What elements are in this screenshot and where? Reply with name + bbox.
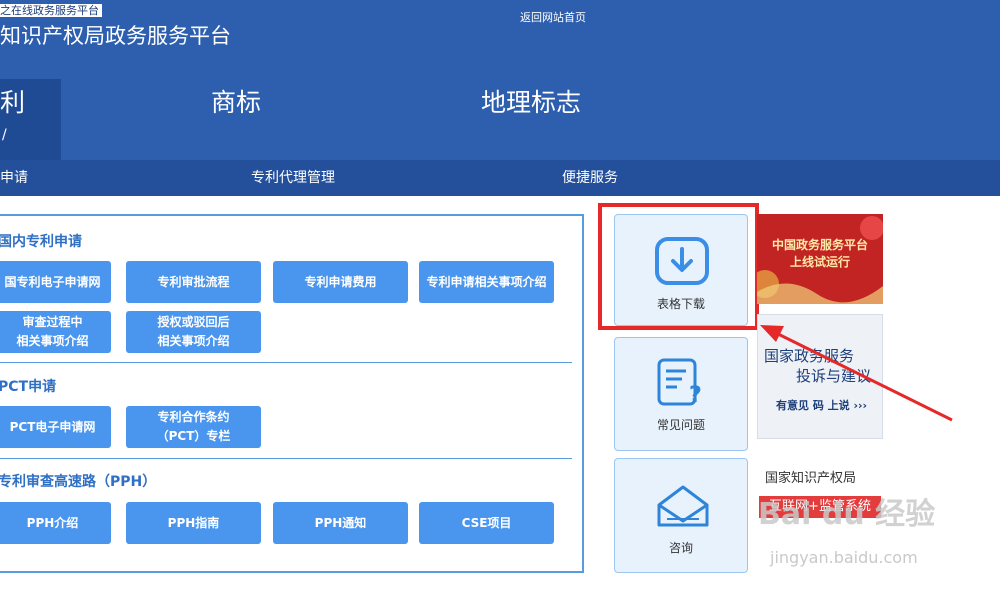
complaint-line1: 国家政务服务: [764, 347, 855, 365]
gov-platform-banner[interactable]: 中国政务服务平台 上线试运行: [757, 214, 883, 304]
fees-button[interactable]: 专利申请费用: [273, 261, 408, 303]
post-grant-matters-button[interactable]: 授权或驳回后 相关事项介绍: [126, 311, 261, 353]
related-matters-button[interactable]: 专利申请相关事项介绍: [419, 261, 554, 303]
faq-label: 常见问题: [656, 418, 705, 432]
envelope-icon: [657, 485, 709, 527]
subnav-item-agency[interactable]: 专利代理管理: [251, 169, 335, 187]
tab-patent[interactable]: 利 /: [0, 79, 61, 160]
section-title-domestic: 国内专利申请: [0, 234, 82, 250]
highlight-box: [598, 203, 759, 330]
complaint-line3: 有意见 码 上说 ›››: [776, 399, 868, 412]
cse-project-button[interactable]: CSE项目: [419, 502, 554, 544]
pct-e-filing-button[interactable]: PCT电子申请网: [0, 406, 111, 448]
patent-service-panel: 国内专利申请 国专利电子申请网 专利审批流程 专利申请费用 专利申请相关事项介绍…: [0, 214, 584, 573]
pph-intro-button[interactable]: PPH介绍: [0, 502, 111, 544]
gov-platform-line2: 上线试运行: [789, 255, 850, 269]
subnav: 申请 专利代理管理 便捷服务: [0, 160, 1000, 196]
section-title-pph: 专利审查高速路（PPH）: [0, 474, 157, 490]
e-filing-button[interactable]: 国专利电子申请网: [0, 261, 111, 303]
tab-patent-label: 利: [0, 88, 26, 117]
tab-trademark[interactable]: 商标: [211, 79, 271, 160]
consult-label: 咨询: [668, 541, 693, 555]
gov-platform-text: 中国政务服务平台 上线试运行: [757, 237, 883, 271]
approval-flow-button[interactable]: 专利审批流程: [126, 261, 261, 303]
watermark-url: jingyan.baidu.com: [770, 548, 918, 567]
complaint-line2: 投诉与建议: [796, 367, 872, 385]
svg-text:?: ?: [689, 383, 702, 408]
subnav-item-apply[interactable]: 申请: [0, 169, 28, 187]
section-divider: [0, 458, 572, 459]
home-link[interactable]: 返回网站首页: [520, 11, 586, 25]
section-divider: [0, 362, 572, 363]
tab-active-indicator-icon: /: [2, 127, 7, 143]
pph-notice-button[interactable]: PPH通知: [273, 502, 408, 544]
faq-icon: ?: [657, 358, 702, 408]
consult-card[interactable]: 咨询: [614, 458, 748, 573]
pct-column-button[interactable]: 专利合作条约 （PCT）专栏: [126, 406, 261, 448]
tab-geographic-indication[interactable]: 地理标志: [481, 79, 591, 160]
faq-card[interactable]: ? 常见问题: [614, 337, 748, 451]
section-title-pct: PCT申请: [0, 379, 57, 395]
gov-platform-line1: 中国政务服务平台: [771, 238, 868, 252]
site-tag: 之在线政务服务平台: [0, 4, 102, 17]
watermark-brand: Bai du 经验: [758, 497, 936, 532]
examination-matters-button[interactable]: 审查过程中 相关事项介绍: [0, 311, 111, 353]
complaint-banner[interactable]: 国家政务服务 投诉与建议 有意见 码 上说 ›››: [757, 314, 883, 439]
pph-guide-button[interactable]: PPH指南: [126, 502, 261, 544]
subnav-item-convenience[interactable]: 便捷服务: [562, 169, 618, 187]
cnipa-title: 国家知识产权局: [765, 471, 857, 486]
site-title: 知识产权局政务服务平台: [0, 24, 231, 48]
